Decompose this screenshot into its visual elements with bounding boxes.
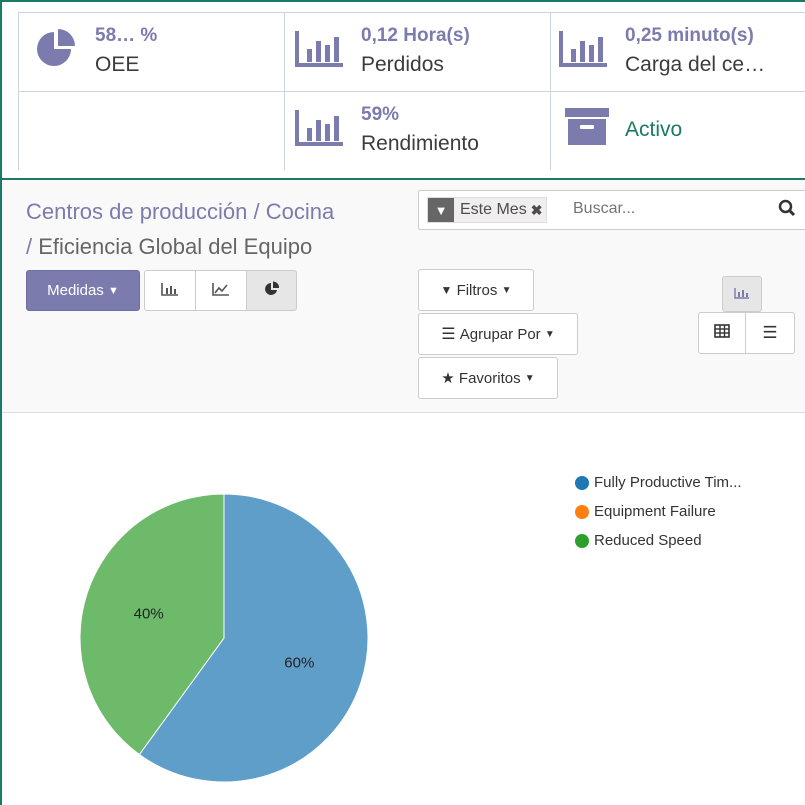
stat-buttons: 58… % OEE 0,12 Hora(s) Perdidos 0,25 min… <box>0 0 805 180</box>
search-input[interactable] <box>571 199 775 219</box>
caret-down-icon: ▼ <box>501 284 512 296</box>
control-panel: Centros de producción / Cocina / Eficien… <box>2 180 805 413</box>
legend-label: Reduced Speed <box>594 532 702 549</box>
facet-label: Este Mes <box>460 201 527 218</box>
legend-label: Fully Productive Tim... <box>594 474 742 491</box>
empty-stat-cell <box>18 92 285 170</box>
breadcrumb-current: Eficiencia Global del Equipo <box>38 234 313 259</box>
legend-swatch <box>575 533 589 548</box>
bar-chart-icon <box>295 108 345 153</box>
line-chart-icon <box>212 282 230 300</box>
oee-button[interactable]: 58… % OEE <box>18 12 285 92</box>
load-value: 0,25 minuto(s) <box>625 25 754 46</box>
legend-swatch <box>575 504 589 519</box>
bar-chart-icon <box>161 282 179 300</box>
active-toggle-button[interactable]: Activo <box>551 92 805 170</box>
pie-chart-icon <box>35 27 77 74</box>
caret-down-icon: ▼ <box>544 328 555 340</box>
performance-value: 59% <box>361 104 400 125</box>
favorites-label: Favoritos <box>458 369 521 387</box>
measures-label: Medidas <box>47 282 104 299</box>
remove-facet-icon[interactable]: ✖ <box>531 202 547 219</box>
lost-value: 0,12 Hora(s) <box>361 25 470 46</box>
bar-chart-icon <box>295 29 345 74</box>
search-icon[interactable] <box>778 199 796 222</box>
pie-slice-label: 60% <box>284 654 314 671</box>
breadcrumb-separator: / <box>26 234 39 259</box>
lost-hours-button[interactable]: 0,12 Hora(s) Perdidos <box>285 12 551 92</box>
graph-view-button[interactable] <box>722 276 762 312</box>
chart-legend: Fully Productive Tim... Equipment Failur… <box>575 468 742 555</box>
filters-dropdown-button[interactable]: ▼ Filtros ▼ <box>418 269 534 311</box>
legend-item[interactable]: Fully Productive Tim... <box>575 468 742 497</box>
legend-item[interactable]: Equipment Failure <box>575 497 742 526</box>
group-by-dropdown-button[interactable]: ☰ Agrupar Por ▼ <box>418 313 578 355</box>
caret-down-icon: ▼ <box>524 372 535 384</box>
search-bar[interactable]: ▼ Este Mes ✖ <box>418 190 805 230</box>
pie-chart: 60% 40% <box>79 493 369 783</box>
caret-down-icon: ▼ <box>107 284 119 297</box>
search-facet[interactable]: ▼ Este Mes ✖ <box>427 197 548 223</box>
breadcrumb: Centros de producción / Cocina / Eficien… <box>26 194 334 264</box>
measures-dropdown-button[interactable]: Medidas ▼ <box>26 270 140 311</box>
pie-chart-mode-button[interactable] <box>246 270 297 311</box>
list-icon: ☰ <box>762 323 778 342</box>
favorites-dropdown-button[interactable]: ★ Favoritos ▼ <box>418 357 558 399</box>
star-icon: ★ <box>441 370 455 387</box>
load-label: Carga del ce… <box>625 53 766 76</box>
line-chart-mode-button[interactable] <box>195 270 247 311</box>
lost-label: Perdidos <box>361 53 444 76</box>
bar-chart-icon <box>559 29 609 74</box>
filter-icon: ▼ <box>440 283 453 297</box>
active-label: Activo <box>625 118 683 141</box>
legend-swatch <box>575 475 589 490</box>
breadcrumb-separator: / <box>247 199 266 224</box>
bar-chart-mode-button[interactable] <box>144 270 196 311</box>
bar-chart-icon <box>734 286 750 303</box>
legend-item[interactable]: Reduced Speed <box>575 526 742 555</box>
legend-label: Equipment Failure <box>594 503 716 520</box>
pie-chart-icon <box>264 280 280 301</box>
list-icon: ☰ <box>441 326 456 343</box>
performance-button[interactable]: 59% Rendimiento <box>285 92 551 170</box>
breadcrumb-kitchen-link[interactable]: Cocina <box>266 199 334 224</box>
group-by-label: Agrupar Por <box>459 325 541 343</box>
oee-label: OEE <box>95 53 140 76</box>
pie-slice-label: 40% <box>134 606 164 623</box>
archive-icon <box>565 106 609 151</box>
table-icon <box>714 324 730 342</box>
list-view-button[interactable]: ☰ <box>745 312 795 354</box>
oee-value: 58… % <box>95 25 158 46</box>
filter-icon: ▼ <box>428 198 454 222</box>
filters-label: Filtros <box>456 281 498 299</box>
breadcrumb-workcenters-link[interactable]: Centros de producción <box>26 199 247 224</box>
pivot-view-button[interactable] <box>698 312 746 354</box>
workcenter-load-button[interactable]: 0,25 minuto(s) Carga del ce… <box>551 12 805 92</box>
performance-label: Rendimiento <box>361 132 479 155</box>
